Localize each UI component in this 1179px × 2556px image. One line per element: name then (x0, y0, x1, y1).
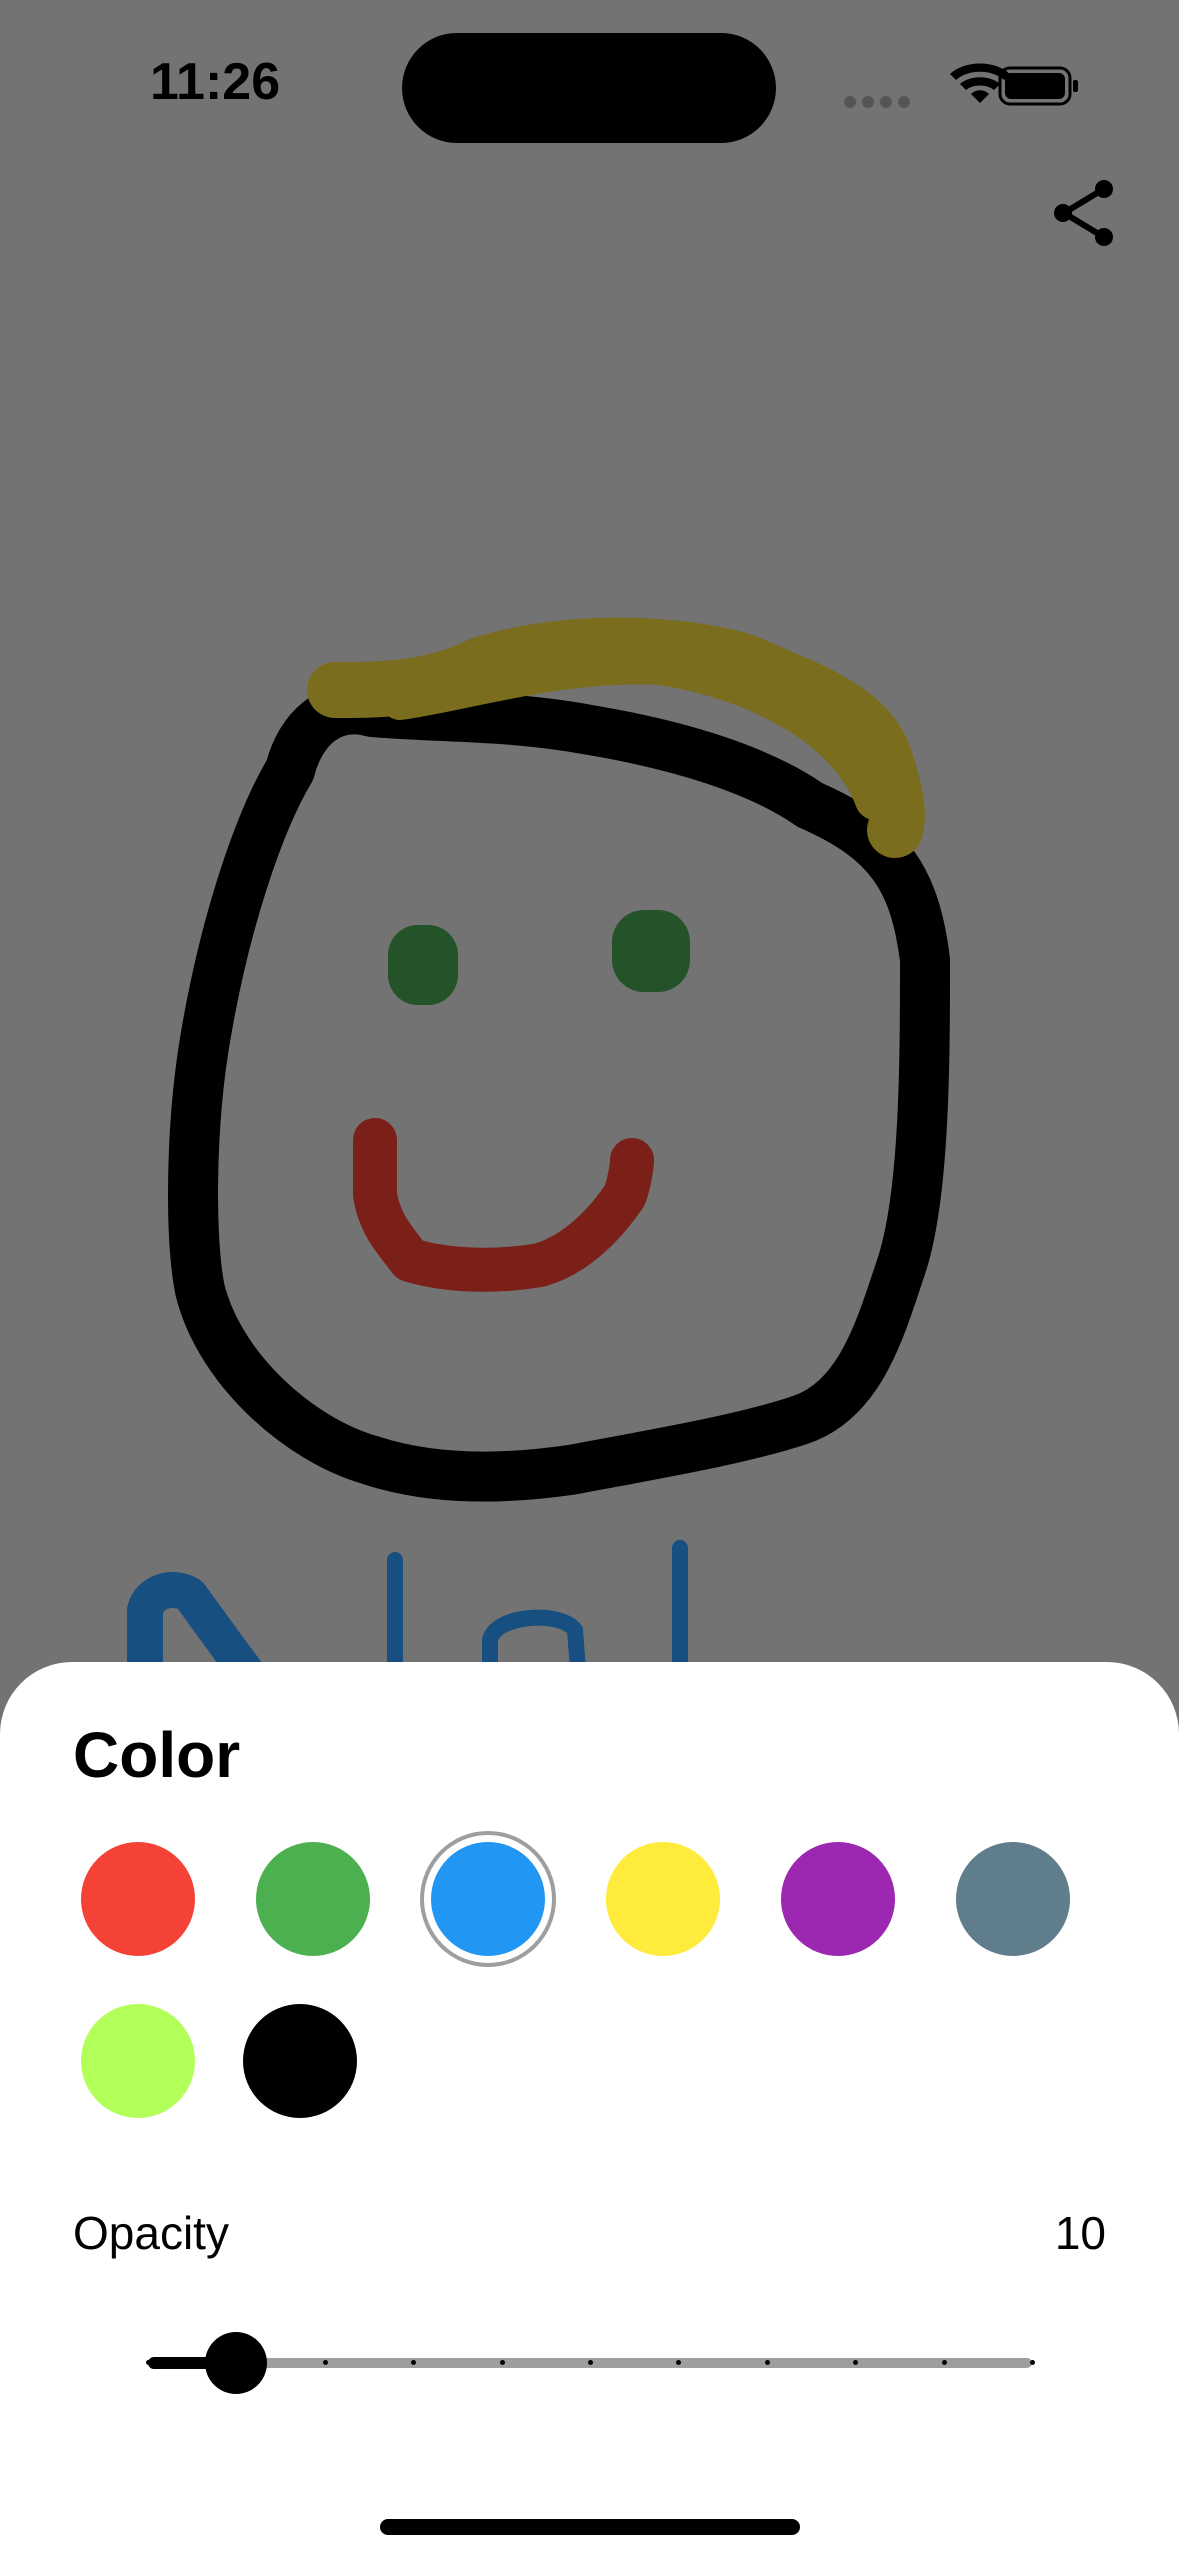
color-swatch-yellow[interactable] (606, 1842, 720, 1956)
slider-tick (146, 2360, 151, 2365)
slider-tick (764, 2360, 770, 2365)
color-swatch-blue[interactable] (431, 1842, 545, 1956)
slider-tick (588, 2360, 593, 2365)
status-time: 11:26 (150, 53, 281, 111)
share-icon (1054, 180, 1113, 246)
slider-tick (499, 2360, 505, 2365)
dynamic-island (402, 33, 776, 143)
home-indicator (380, 2519, 800, 2535)
color-swatch-lime[interactable] (81, 2004, 195, 2118)
color-swatch-black[interactable] (243, 2004, 357, 2118)
face-outline-stroke (168, 684, 950, 1502)
drawing-canvas[interactable] (0, 0, 1179, 1700)
opacity-slider[interactable] (140, 2332, 1040, 2394)
slider-tick (322, 2360, 328, 2365)
drawing-screen: 11:26 Color Opacity 10 (0, 0, 1179, 2556)
color-swatch-purple[interactable] (781, 1842, 895, 1956)
sheet-title: Color (73, 1719, 241, 1791)
left-eye-stroke (388, 925, 458, 1005)
slider-thumb[interactable] (205, 2332, 268, 2394)
color-swatch-green[interactable] (256, 1842, 370, 1956)
color-bottom-sheet: Color Opacity 10 (0, 1662, 1179, 2556)
color-swatch-blue-grey[interactable] (956, 1842, 1070, 1956)
blue-scribble-1 (127, 1572, 263, 1688)
mouth-stroke (353, 1118, 654, 1292)
slider-tick (1030, 2360, 1035, 2365)
color-swatch-red[interactable] (81, 1842, 195, 1956)
slider-tick (941, 2360, 947, 2365)
opacity-value: 10 (1054, 2207, 1106, 2259)
right-eye-stroke (612, 910, 690, 992)
battery-icon (998, 66, 1078, 106)
share-button[interactable] (1050, 178, 1120, 248)
cellular-signal-icon (844, 96, 910, 108)
status-icons (840, 60, 1085, 110)
opacity-label: Opacity (73, 2207, 229, 2259)
